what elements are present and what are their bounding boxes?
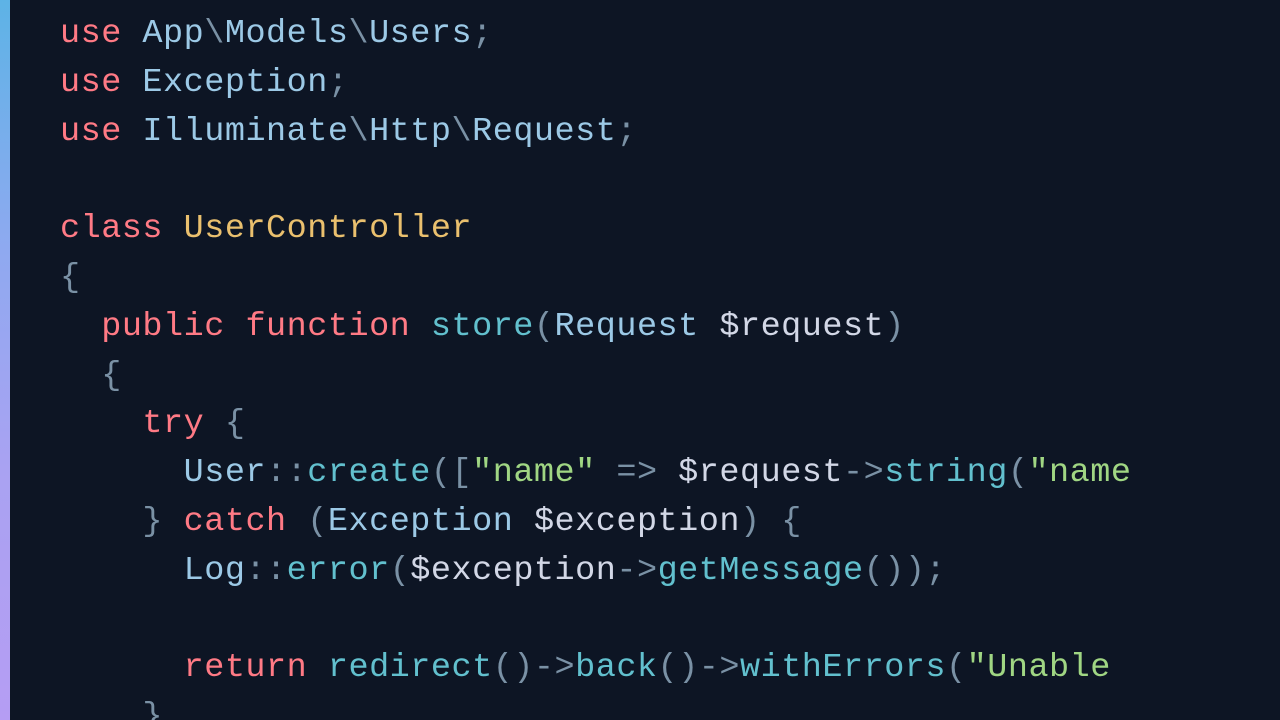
punct-lbrace: { xyxy=(60,259,81,297)
punct-backslash: \ xyxy=(204,15,225,53)
punct-lbrace: { xyxy=(225,405,246,443)
punct-rparen: ) xyxy=(905,552,926,590)
function-string: string xyxy=(884,454,1008,492)
gradient-accent-bar xyxy=(0,0,10,720)
function-getmessage: getMessage xyxy=(658,552,864,590)
punct-rparen: ) xyxy=(678,649,699,687)
keyword-catch: catch xyxy=(184,503,287,541)
namespace-illuminate: Illuminate xyxy=(142,113,348,151)
keyword-use: use xyxy=(60,113,122,151)
namespace-exception: Exception xyxy=(142,64,327,102)
punct-lparen: ( xyxy=(1008,454,1029,492)
code-editor-frame: use App\Models\Users; use Exception; use… xyxy=(0,0,1280,720)
punct-lparen: ( xyxy=(946,649,967,687)
namespace-app: App xyxy=(142,15,204,53)
punct-fat-arrow: => xyxy=(616,454,657,492)
function-redirect: redirect xyxy=(328,649,493,687)
punct-rparen: ) xyxy=(884,308,905,346)
type-request: Request xyxy=(555,308,699,346)
keyword-try: try xyxy=(142,405,204,443)
namespace-request: Request xyxy=(472,113,616,151)
string-name-key: "name" xyxy=(472,454,596,492)
function-store: store xyxy=(431,308,534,346)
punct-semicolon: ; xyxy=(925,552,946,590)
punct-lparen: ( xyxy=(307,503,328,541)
punct-lparen: ( xyxy=(864,552,885,590)
keyword-use: use xyxy=(60,64,122,102)
keyword-public: public xyxy=(101,308,225,346)
punct-lparen: ( xyxy=(390,552,411,590)
punct-arrow: -> xyxy=(534,649,575,687)
punct-double-colon: :: xyxy=(266,454,307,492)
class-user: User xyxy=(184,454,266,492)
namespace-models: Models xyxy=(225,15,349,53)
punct-lbrace: { xyxy=(101,357,122,395)
variable-request: $request xyxy=(678,454,843,492)
punct-semicolon: ; xyxy=(616,113,637,151)
punct-semicolon: ; xyxy=(472,15,493,53)
type-exception: Exception xyxy=(328,503,513,541)
variable-request: $request xyxy=(719,308,884,346)
punct-backslash: \ xyxy=(348,113,369,151)
namespace-http: Http xyxy=(369,113,451,151)
punct-arrow: -> xyxy=(616,552,657,590)
punct-lparen: ( xyxy=(658,649,679,687)
string-unable: "Unable xyxy=(967,649,1132,687)
punct-lparen: ( xyxy=(534,308,555,346)
class-usercontroller: UserController xyxy=(184,210,472,248)
keyword-return: return xyxy=(184,649,308,687)
punct-lparen: ( xyxy=(431,454,452,492)
function-back: back xyxy=(575,649,657,687)
punct-arrow: -> xyxy=(699,649,740,687)
variable-exception: $exception xyxy=(410,552,616,590)
keyword-function: function xyxy=(245,308,410,346)
keyword-use: use xyxy=(60,15,122,53)
code-content: use App\Models\Users; use Exception; use… xyxy=(60,10,1280,720)
variable-exception: $exception xyxy=(534,503,740,541)
punct-backslash: \ xyxy=(348,15,369,53)
keyword-class: class xyxy=(60,210,163,248)
punct-arrow: -> xyxy=(843,454,884,492)
namespace-users: Users xyxy=(369,15,472,53)
punct-rparen: ) xyxy=(740,503,761,541)
punct-lbrace: { xyxy=(781,503,802,541)
function-witherrors: withErrors xyxy=(740,649,946,687)
punct-semicolon: ; xyxy=(328,64,349,102)
punct-backslash: \ xyxy=(452,113,473,151)
punct-double-colon: :: xyxy=(245,552,286,590)
function-create: create xyxy=(307,454,431,492)
punct-rparen: ) xyxy=(884,552,905,590)
punct-rbrace: } xyxy=(142,503,163,541)
punct-rbrace: } xyxy=(142,698,163,720)
punct-lbracket: [ xyxy=(452,454,473,492)
punct-rparen: ) xyxy=(513,649,534,687)
class-log: Log xyxy=(184,552,246,590)
string-name-arg: "name xyxy=(1028,454,1131,492)
punct-lparen: ( xyxy=(493,649,514,687)
function-error: error xyxy=(287,552,390,590)
